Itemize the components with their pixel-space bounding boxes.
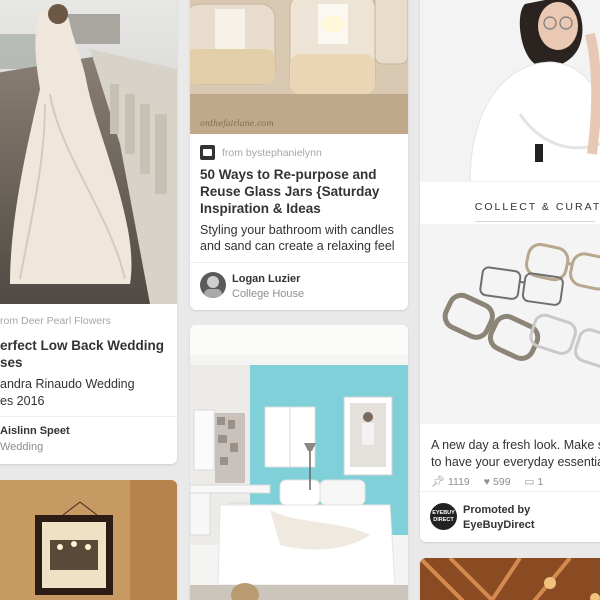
divider — [420, 491, 600, 492]
like-count[interactable]: ♥ 599 — [484, 476, 511, 488]
pin-description-line-2: and sand can create a relaxing feel — [200, 239, 395, 253]
pin-title-line-2[interactable]: Reuse Glass Jars {Saturday — [200, 183, 379, 200]
pinner-board[interactable]: College House — [232, 288, 304, 300]
pin-image-frame[interactable] — [0, 480, 177, 600]
pin-description-line-1: andra Rinaudo Wedding — [0, 377, 135, 391]
pin-card-wedding[interactable]: rom Deer Pearl Flowers erfect Low Back W… — [0, 0, 177, 464]
pin-image-wood-ceiling[interactable] — [420, 558, 600, 600]
divider — [0, 416, 177, 417]
collect-curate-banner: COLLECT & CURATE — [474, 201, 600, 213]
frame-photo — [0, 480, 177, 600]
pin-description-line-2: to have your everyday essential — [431, 455, 600, 469]
image-watermark: onthefairlane.com — [200, 119, 274, 128]
pin-card-glasses[interactable]: COLLECT & CURATE A new day a fresh look.… — [420, 0, 600, 542]
jars-photo: onthefairlane.com — [190, 0, 408, 134]
promoter-name[interactable]: EyeBuyDirect — [463, 519, 535, 531]
eyeglasses-photo — [420, 224, 600, 424]
promoter-logo-text: EYEBUY DIRECT — [432, 510, 455, 523]
pinner-name[interactable]: Logan Luzier — [232, 273, 300, 285]
pin-card-frame[interactable] — [0, 480, 177, 600]
wood-ceiling-photo — [420, 558, 600, 600]
pin-image-bedroom[interactable] — [190, 325, 408, 600]
divider — [190, 262, 408, 263]
pin-title-line-1[interactable]: erfect Low Back Wedding — [0, 337, 164, 354]
pin-card-bedroom[interactable] — [190, 325, 408, 600]
pin-source[interactable]: from bystephanielynn — [222, 147, 322, 159]
pin-description-line-2: es 2016 — [0, 394, 45, 408]
promoted-label: Promoted by — [463, 504, 531, 516]
source-logo-icon — [200, 145, 215, 160]
like-count-value: 599 — [493, 475, 511, 488]
promoter-logo-icon[interactable]: EYEBUY DIRECT — [430, 503, 457, 530]
bedroom-photo — [190, 325, 408, 600]
repin-count-value: 1119 — [447, 475, 470, 488]
comment-icon: ▭ — [524, 475, 535, 488]
pin-image-eyeglasses[interactable] — [420, 224, 600, 424]
pin-stats: 📌︎ 1119 ♥ 599 ▭ 1 — [431, 475, 544, 489]
avatar[interactable] — [200, 272, 226, 298]
pinner-name[interactable]: Aislinn Speet — [0, 425, 70, 437]
comment-count[interactable]: ▭ 1 — [525, 476, 544, 488]
wedding-photo — [0, 0, 177, 304]
pin-icon: 📌︎ — [431, 476, 445, 488]
pinner-board[interactable]: Wedding — [0, 441, 43, 453]
pin-card-jars[interactable]: onthefairlane.com from bystephanielynn 5… — [190, 0, 408, 310]
comment-count-value: 1 — [537, 475, 544, 488]
pin-title-line-1[interactable]: 50 Ways to Re-purpose and — [200, 166, 377, 183]
pin-image-jars[interactable]: onthefairlane.com — [190, 0, 408, 134]
pin-title-line-2[interactable]: ses — [0, 354, 23, 371]
pin-image-wedding-dress[interactable] — [0, 0, 177, 304]
pin-description-line-1: A new day a fresh look. Make su — [431, 438, 600, 452]
pin-card-wood-ceiling[interactable] — [420, 558, 600, 600]
repin-count[interactable]: 📌︎ 1119 — [431, 475, 470, 489]
pin-source[interactable]: rom Deer Pearl Flowers — [0, 315, 111, 327]
pin-title-line-3[interactable]: Inspiration & Ideas — [200, 200, 321, 217]
pin-image-woman[interactable] — [420, 0, 600, 182]
banner-underline — [475, 221, 595, 222]
woman-photo — [420, 0, 600, 182]
heart-icon: ♥ — [483, 475, 491, 488]
